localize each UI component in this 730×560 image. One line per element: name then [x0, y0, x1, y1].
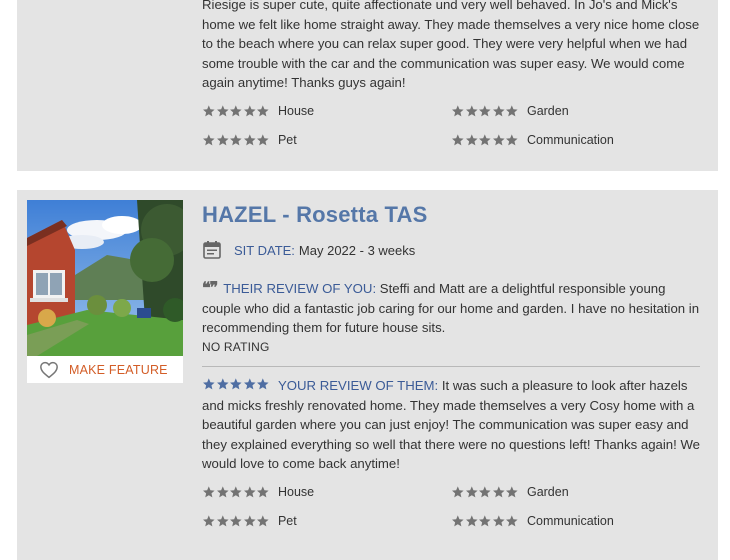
your-review: YOUR REVIEW OF THEM: It was such a pleas…: [202, 376, 702, 474]
star-icon: [243, 104, 257, 118]
star-icon: [216, 514, 230, 528]
their-review: ❝❞ THEIR REVIEW OF YOU: Steffi and Matt a…: [202, 278, 702, 338]
star-icon: [465, 514, 479, 528]
star-icon: [492, 485, 506, 499]
star-icon: [492, 133, 506, 147]
rating-label: House: [277, 104, 315, 118]
star-icon: [229, 133, 243, 147]
their-review-label: THEIR REVIEW OF YOU:: [223, 281, 377, 296]
star-icon: [492, 104, 506, 118]
star-icon: [256, 514, 270, 528]
star-rating: [451, 104, 519, 118]
star-icon: [492, 514, 506, 528]
star-icon: [216, 377, 230, 391]
make-feature-button[interactable]: MAKE FEATURE: [27, 356, 183, 383]
rating-house: House: [202, 485, 314, 499]
star-icon: [243, 133, 257, 147]
star-icon: [478, 133, 492, 147]
star-icon: [478, 514, 492, 528]
rating-label: Communication: [526, 133, 614, 147]
star-icon: [256, 485, 270, 499]
star-icon: [216, 485, 230, 499]
rating-label: House: [277, 485, 315, 499]
star-icon: [229, 485, 243, 499]
star-rating: [202, 514, 270, 528]
sit-date-value: May 2022 - 3 weeks: [298, 242, 416, 258]
quote-icon: ❝❞: [202, 278, 218, 297]
star-icon: [451, 485, 465, 499]
star-icon: [243, 514, 257, 528]
sit-date: SIT DATE: May 2022 - 3 weeks: [202, 240, 415, 260]
star-icon: [478, 104, 492, 118]
star-icon: [202, 485, 216, 499]
star-rating: [451, 485, 519, 499]
rating-label: Garden: [526, 485, 569, 499]
rating-communication: Communication: [451, 514, 614, 528]
calendar-icon: [203, 241, 221, 259]
star-icon: [451, 104, 465, 118]
star-icon: [465, 104, 479, 118]
review-text: Riesige is super cute, quite affectionat…: [202, 0, 700, 90]
star-icon: [505, 485, 519, 499]
star-icon: [478, 485, 492, 499]
star-rating: [202, 133, 270, 147]
rating-label: Pet: [277, 133, 297, 147]
divider: [202, 366, 700, 367]
star-icon: [451, 133, 465, 147]
no-rating-text: NO RATING: [202, 340, 270, 354]
star-icon: [256, 133, 270, 147]
star-icon: [243, 485, 257, 499]
review-card-previous: Riesige is super cute, quite affectionat…: [17, 0, 718, 171]
star-icon: [202, 133, 216, 147]
star-icon: [256, 377, 270, 391]
rating-label: Communication: [526, 514, 614, 528]
star-icon: [229, 514, 243, 528]
your-review-text: It was such a pleasure to look after haz…: [202, 378, 701, 471]
your-review-star-rating: [202, 377, 270, 391]
rating-pet: Pet: [202, 133, 297, 147]
star-icon: [243, 377, 257, 391]
star-icon: [465, 485, 479, 499]
star-rating: [451, 514, 519, 528]
rating-house: House: [202, 104, 314, 118]
star-icon: [202, 104, 216, 118]
rating-label: Pet: [277, 514, 297, 528]
star-icon: [202, 377, 216, 391]
sit-date-label: SIT DATE:: [234, 242, 295, 258]
star-icon: [505, 514, 519, 528]
star-icon: [451, 514, 465, 528]
sit-title[interactable]: HAZEL - Rosetta TAS: [202, 202, 427, 228]
heart-icon: [40, 361, 58, 378]
house-photo[interactable]: [27, 200, 183, 356]
star-icon: [229, 104, 243, 118]
star-icon: [505, 104, 519, 118]
your-review-label: YOUR REVIEW OF THEM:: [277, 378, 439, 393]
rating-label: Garden: [526, 104, 569, 118]
star-icon: [256, 104, 270, 118]
make-feature-label: MAKE FEATURE: [69, 362, 168, 377]
rating-pet: Pet: [202, 514, 297, 528]
star-icon: [505, 133, 519, 147]
rating-garden: Garden: [451, 485, 569, 499]
star-rating: [202, 104, 270, 118]
star-rating: [202, 485, 270, 499]
star-rating: [451, 133, 519, 147]
star-icon: [216, 133, 230, 147]
star-icon: [202, 514, 216, 528]
review-card-hazel: MAKE FEATURE HAZEL - Rosetta TAS SIT DAT…: [17, 190, 718, 560]
star-icon: [216, 104, 230, 118]
rating-communication: Communication: [451, 133, 614, 147]
rating-garden: Garden: [451, 104, 569, 118]
star-icon: [229, 377, 243, 391]
star-icon: [465, 133, 479, 147]
